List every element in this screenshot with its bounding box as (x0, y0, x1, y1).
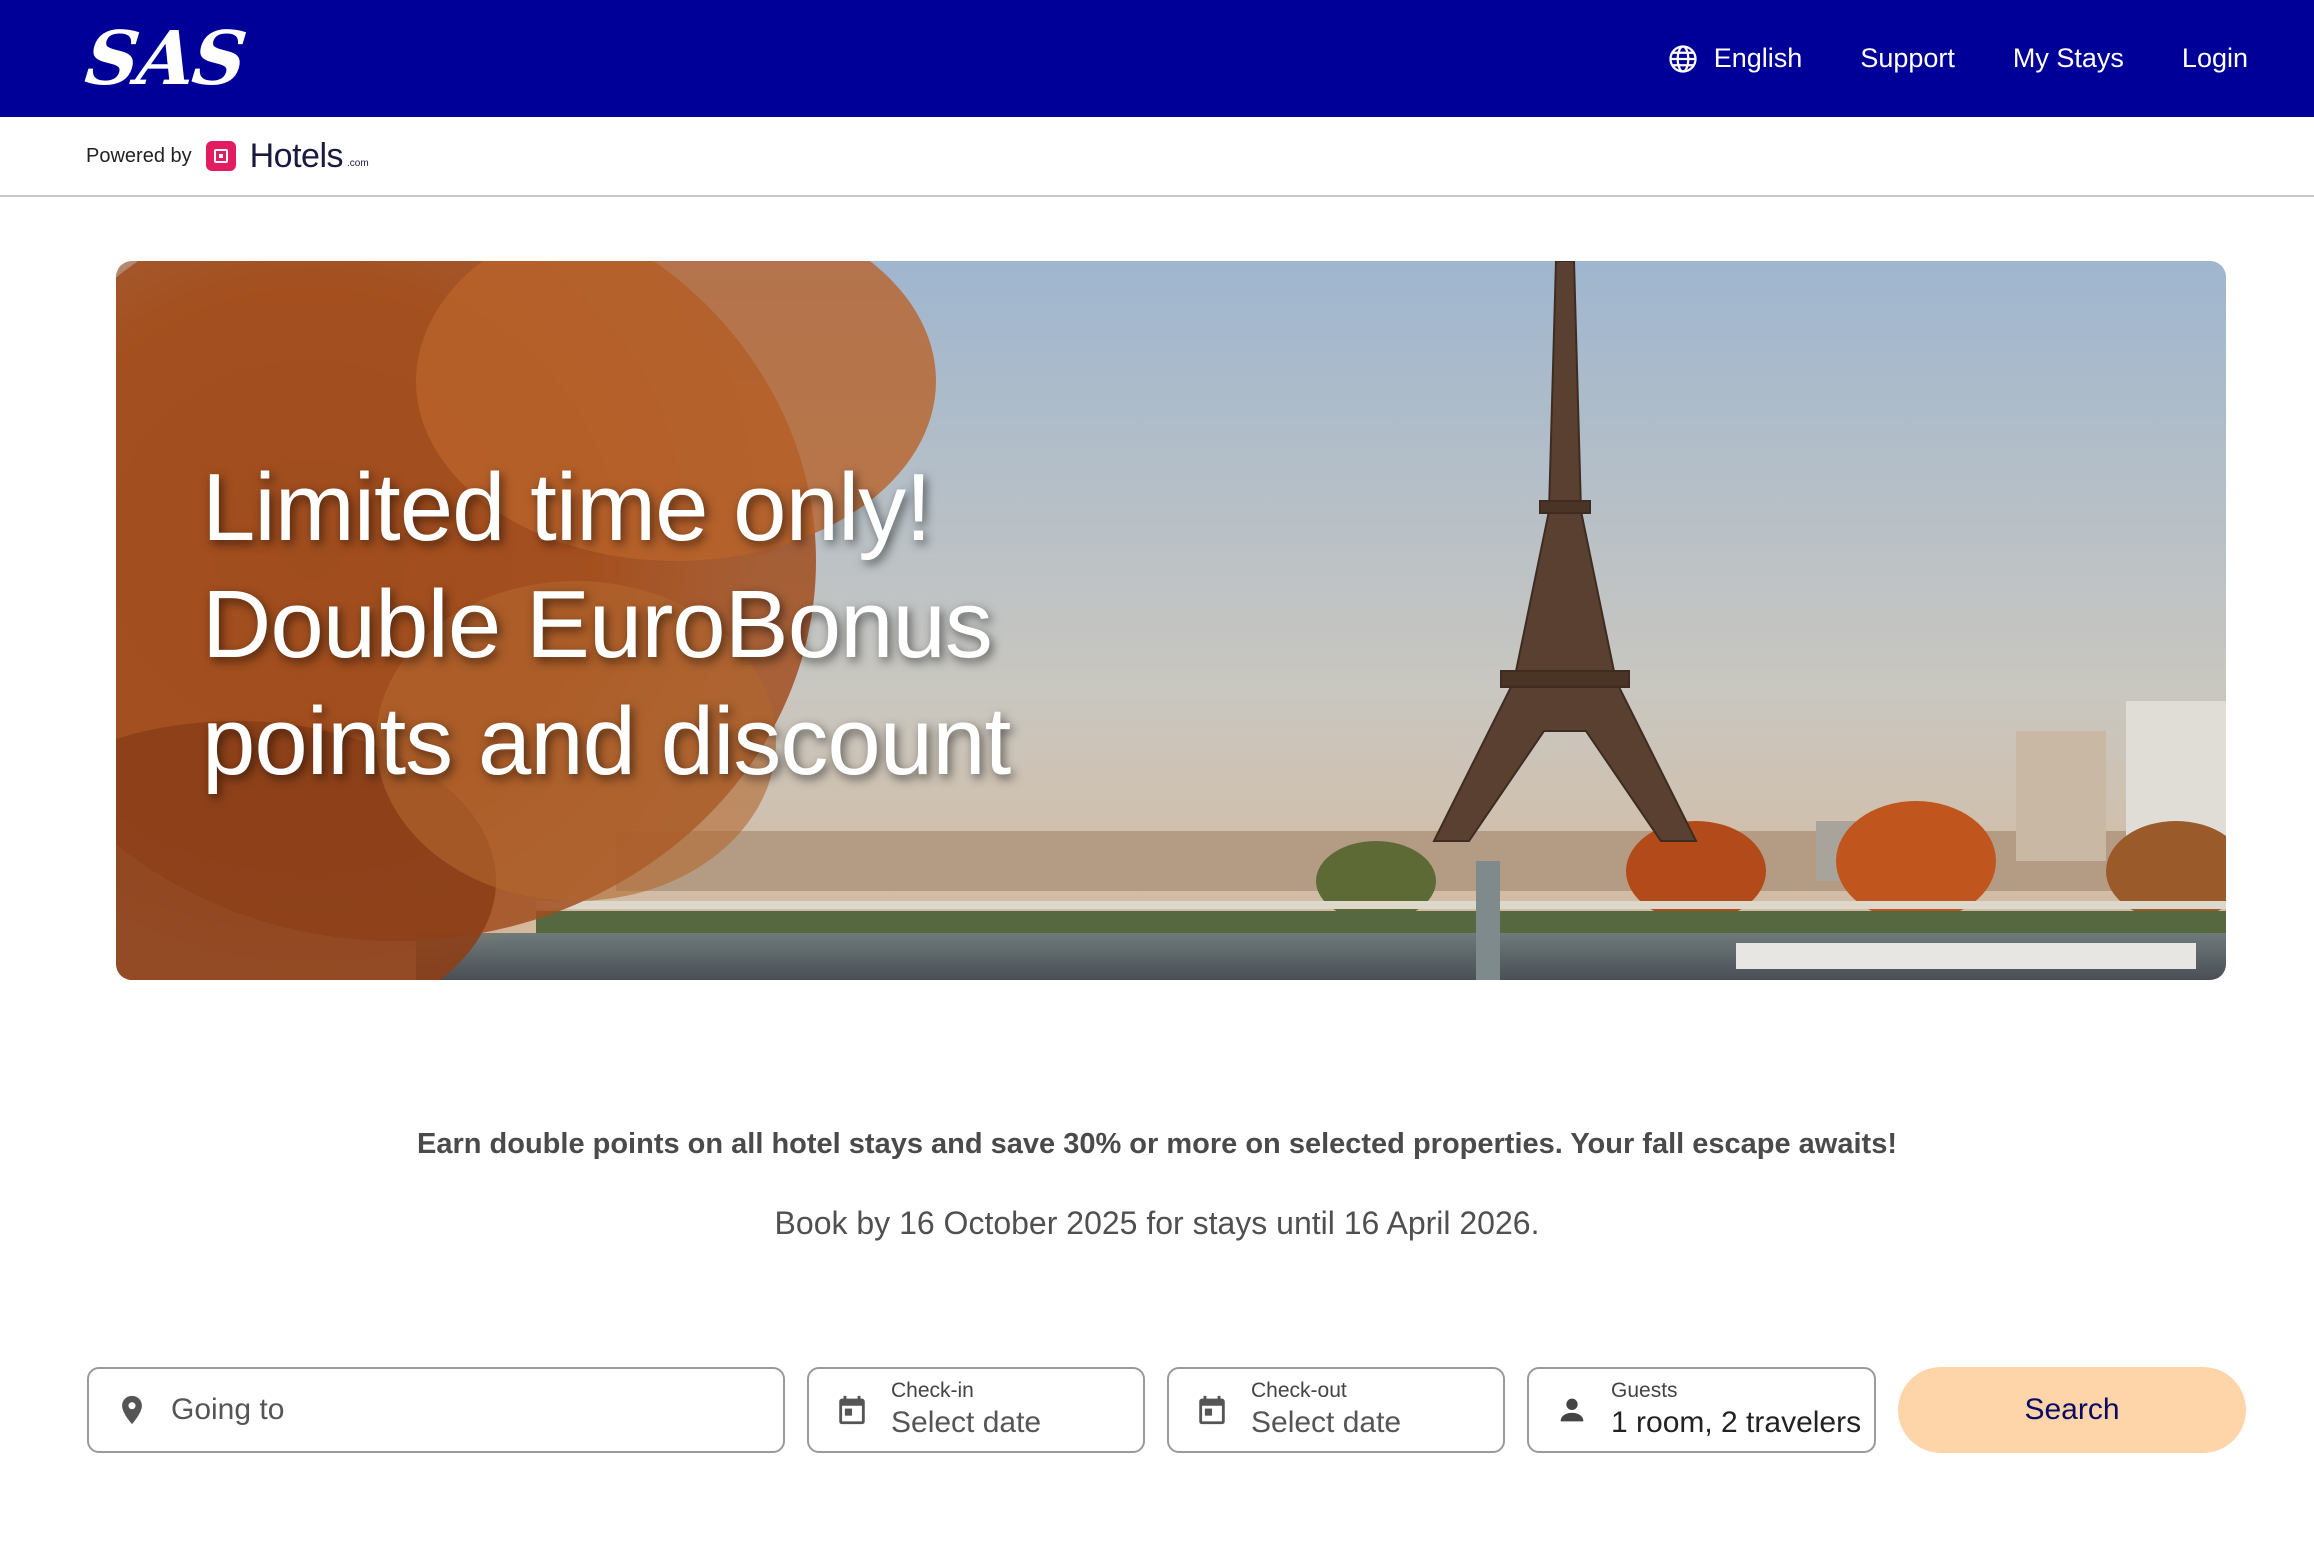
my-stays-link[interactable]: My Stays (2013, 43, 2124, 74)
destination-placeholder: Going to (171, 1393, 285, 1426)
globe-icon (1669, 44, 1697, 73)
checkout-value: Select date (1251, 1406, 1402, 1439)
destination-input[interactable]: Going to (87, 1367, 785, 1453)
search-button[interactable]: Search (1898, 1367, 2246, 1453)
checkout-text: Check-out Select date (1251, 1378, 1401, 1442)
checkout-label: Check-out (1251, 1379, 1347, 1402)
calendar-icon (1199, 1395, 1225, 1425)
map-pin-icon (122, 1395, 142, 1425)
hero-heading-line-2: Double EuroBonus (202, 571, 993, 678)
hotels-logo-icon (205, 141, 236, 171)
guests-label: Guests (1611, 1379, 1678, 1402)
hero-heading-line-1: Limited time only! (202, 454, 932, 561)
hero-banner: Limited time only! Double EuroBonus poin… (116, 261, 2226, 980)
promo-description: Earn double points on all hotel stays an… (417, 1128, 1897, 1160)
guests-text: Guests 1 room, 2 travelers (1611, 1378, 1861, 1442)
login-link[interactable]: Login (2182, 43, 2248, 74)
calendar-icon (839, 1395, 865, 1425)
checkin-date-field[interactable]: Check-in Select date (807, 1367, 1145, 1453)
checkin-label: Check-in (891, 1379, 974, 1402)
guests-selector[interactable]: Guests 1 room, 2 travelers (1527, 1367, 1876, 1453)
person-icon (1560, 1398, 1584, 1422)
hero-heading: Limited time only! Double EuroBonus poin… (202, 449, 1302, 800)
promo-deadline: Book by 16 October 2025 for stays until … (774, 1205, 1540, 1241)
hero-heading-line-3: points and discount (202, 688, 1011, 795)
top-nav-bar: SAS English Support My Stays Login (0, 0, 2314, 117)
sas-logo[interactable]: SAS (81, 16, 248, 102)
hotels-logo-suffix: .com (347, 157, 369, 169)
language-label: English (1713, 43, 1803, 73)
powered-by-label: Powered by (86, 144, 192, 167)
checkout-date-field[interactable]: Check-out Select date (1167, 1367, 1505, 1453)
support-link[interactable]: Support (1860, 43, 1955, 74)
checkin-text: Check-in Select date (891, 1378, 1041, 1442)
main-nav: English Support My Stays Login (1668, 43, 2248, 74)
checkin-value: Select date (891, 1406, 1042, 1439)
guests-value: 1 room, 2 travelers (1611, 1406, 1862, 1439)
language-selector[interactable]: English (1668, 43, 1803, 74)
powered-by-bar: Powered by Hotels .com (0, 117, 2314, 197)
hotels-logo-text: Hotels (249, 136, 344, 175)
